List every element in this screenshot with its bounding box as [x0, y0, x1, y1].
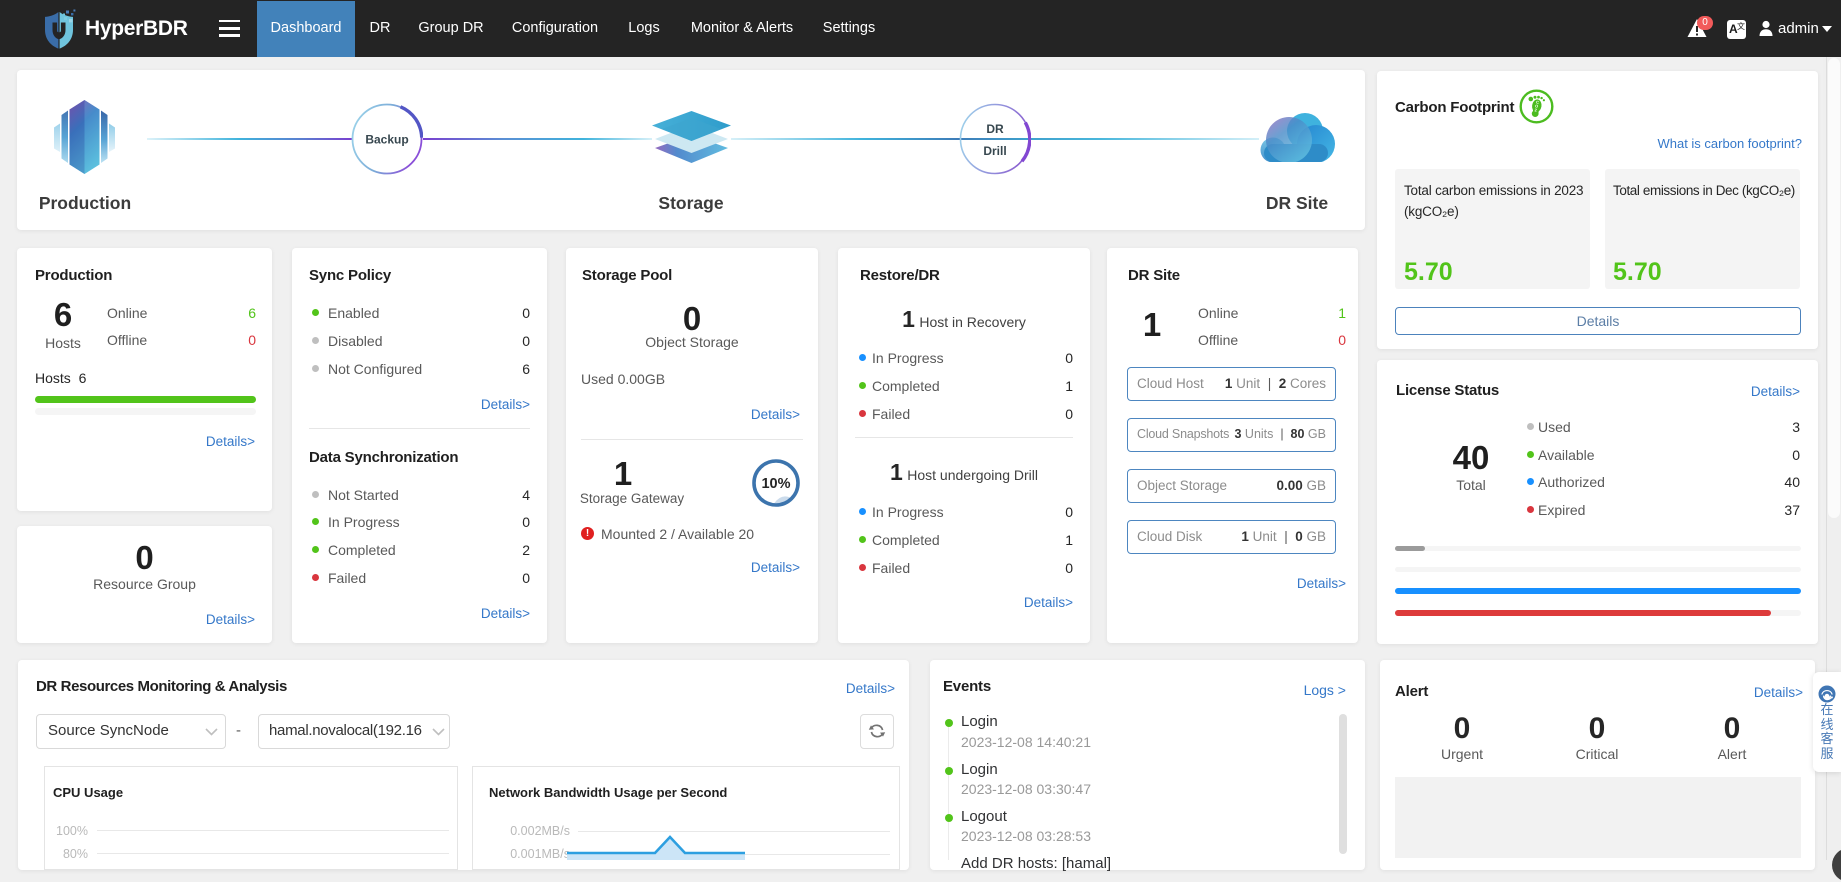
svg-text:10%: 10% [761, 476, 790, 492]
svg-text:DR: DR [986, 122, 1004, 136]
svg-text:Backup: Backup [365, 133, 408, 147]
svg-text:Drill: Drill [983, 144, 1006, 158]
